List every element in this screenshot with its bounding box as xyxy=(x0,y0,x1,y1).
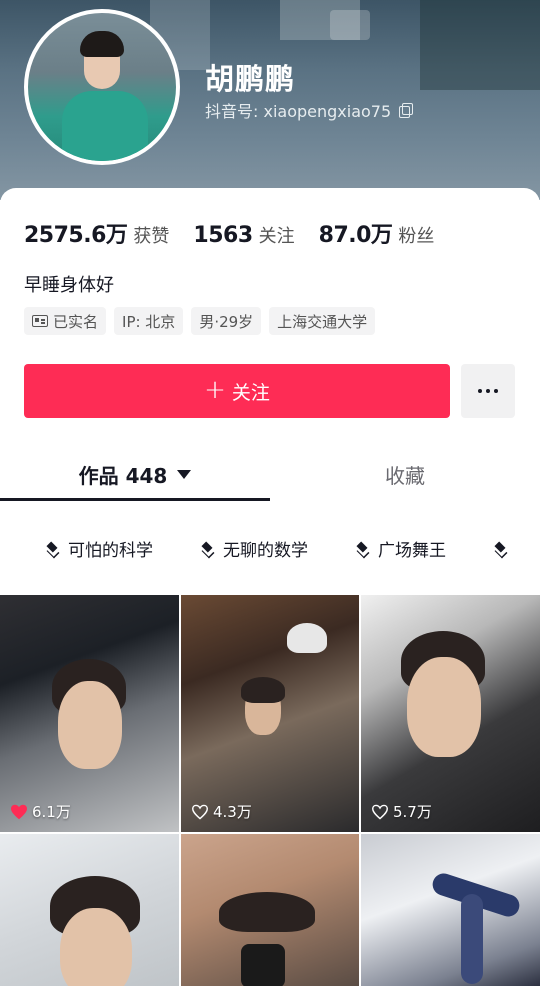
tag-gender-age: 男·29岁 xyxy=(191,307,262,335)
thumb-face xyxy=(58,681,122,769)
video-thumbnail[interactable]: 5.7万 xyxy=(361,595,540,832)
collection-item[interactable]: 可怕的科学 xyxy=(44,536,153,561)
banner-bg-shape xyxy=(420,0,540,90)
video-likes: 4.3万 xyxy=(191,801,252,822)
more-dot-icon xyxy=(478,389,482,393)
video-likes-count: 6.1万 xyxy=(32,803,71,821)
video-thumbnail[interactable] xyxy=(181,834,359,986)
layers-icon xyxy=(492,540,510,556)
heart-filled-icon xyxy=(11,804,27,819)
profile-bio: 早睡身体好 xyxy=(24,275,114,296)
tag-school[interactable]: 上海交通大学 xyxy=(269,307,376,335)
avatar-hair xyxy=(80,31,124,57)
follow-button[interactable]: + 关注 xyxy=(24,364,450,418)
more-dot-icon xyxy=(494,389,498,393)
video-thumbnail[interactable] xyxy=(361,834,540,986)
stat-following[interactable]: 1563 关注 xyxy=(193,222,294,248)
thumb-cap xyxy=(287,623,327,653)
copy-icon[interactable] xyxy=(399,103,414,118)
video-thumbnail[interactable] xyxy=(0,834,179,986)
heart-outline-icon xyxy=(371,804,389,820)
video-likes: 5.7万 xyxy=(371,801,432,822)
collection-label: 无聊的数学 xyxy=(223,540,308,561)
video-likes-count: 5.7万 xyxy=(393,803,432,821)
stat-followers[interactable]: 87.0万 粉丝 xyxy=(319,217,435,249)
plus-icon: + xyxy=(204,374,226,405)
video-grid: 6.1万 4.3万 5.7万 xyxy=(0,595,540,986)
video-thumbnail[interactable]: 4.3万 xyxy=(181,595,359,832)
follow-button-label: 关注 xyxy=(231,381,270,404)
caret-down-icon xyxy=(177,469,192,479)
tab-works[interactable]: 作品 448 xyxy=(0,446,270,502)
collections-row: 可怕的科学 无聊的数学 广场舞王 xyxy=(0,526,540,570)
stat-following-label: 关注 xyxy=(258,226,295,247)
profile-name: 胡鹏鹏 xyxy=(205,62,296,96)
id-card-icon xyxy=(32,315,48,327)
stat-followers-label: 粉丝 xyxy=(398,226,435,247)
avatar[interactable] xyxy=(24,9,180,165)
collection-item[interactable]: 无聊的数学 xyxy=(199,536,308,561)
stat-likes[interactable]: 2575.6万 获赞 xyxy=(24,217,169,249)
avatar-body xyxy=(62,91,148,161)
video-likes-count: 4.3万 xyxy=(213,803,252,821)
stat-following-value: 1563 xyxy=(193,223,253,248)
profile-tags: 已实名 IP: 北京 男·29岁 上海交通大学 xyxy=(24,307,376,335)
collection-label: 可怕的科学 xyxy=(68,540,153,561)
tag-ip: IP: 北京 xyxy=(114,307,184,335)
banner-bg-shape xyxy=(330,10,370,40)
content-tabs: 作品 448 收藏 xyxy=(0,446,540,502)
heart-outline-icon xyxy=(191,804,209,820)
active-tab-indicator xyxy=(0,498,270,501)
douyin-id[interactable]: 抖音号: xiaopengxiao75 xyxy=(205,98,414,122)
thumb-hair xyxy=(219,892,315,932)
profile-header-banner: 胡鹏鹏 抖音号: xiaopengxiao75 xyxy=(0,0,540,200)
collection-label: 广场舞王 xyxy=(378,540,446,561)
douyin-id-text: 抖音号: xiaopengxiao75 xyxy=(205,102,392,121)
thumb-face xyxy=(60,908,132,986)
thumb-hair xyxy=(241,677,285,703)
more-options-button[interactable] xyxy=(461,364,515,418)
layers-icon xyxy=(44,540,62,556)
thumb-sculpture xyxy=(461,894,483,984)
stat-followers-value: 87.0万 xyxy=(318,223,393,248)
layers-icon xyxy=(199,540,217,556)
collection-item-partial[interactable] xyxy=(492,540,510,556)
layers-icon xyxy=(354,540,372,556)
tag-verified: 已实名 xyxy=(24,307,107,335)
stat-likes-label: 获赞 xyxy=(133,226,170,247)
video-likes: 6.1万 xyxy=(10,801,71,822)
profile-stats: 2575.6万 获赞 1563 关注 87.0万 粉丝 xyxy=(24,217,458,249)
collection-item[interactable]: 广场舞王 xyxy=(354,536,446,561)
thumb-face xyxy=(407,657,481,757)
tag-verified-label: 已实名 xyxy=(53,312,99,331)
tab-works-label: 作品 448 xyxy=(78,463,168,488)
thumb-camera xyxy=(241,944,285,986)
video-thumbnail[interactable]: 6.1万 xyxy=(0,595,179,832)
tab-favorites[interactable]: 收藏 xyxy=(270,446,540,502)
stat-likes-value: 2575.6万 xyxy=(24,223,128,248)
more-dot-icon xyxy=(486,389,490,393)
